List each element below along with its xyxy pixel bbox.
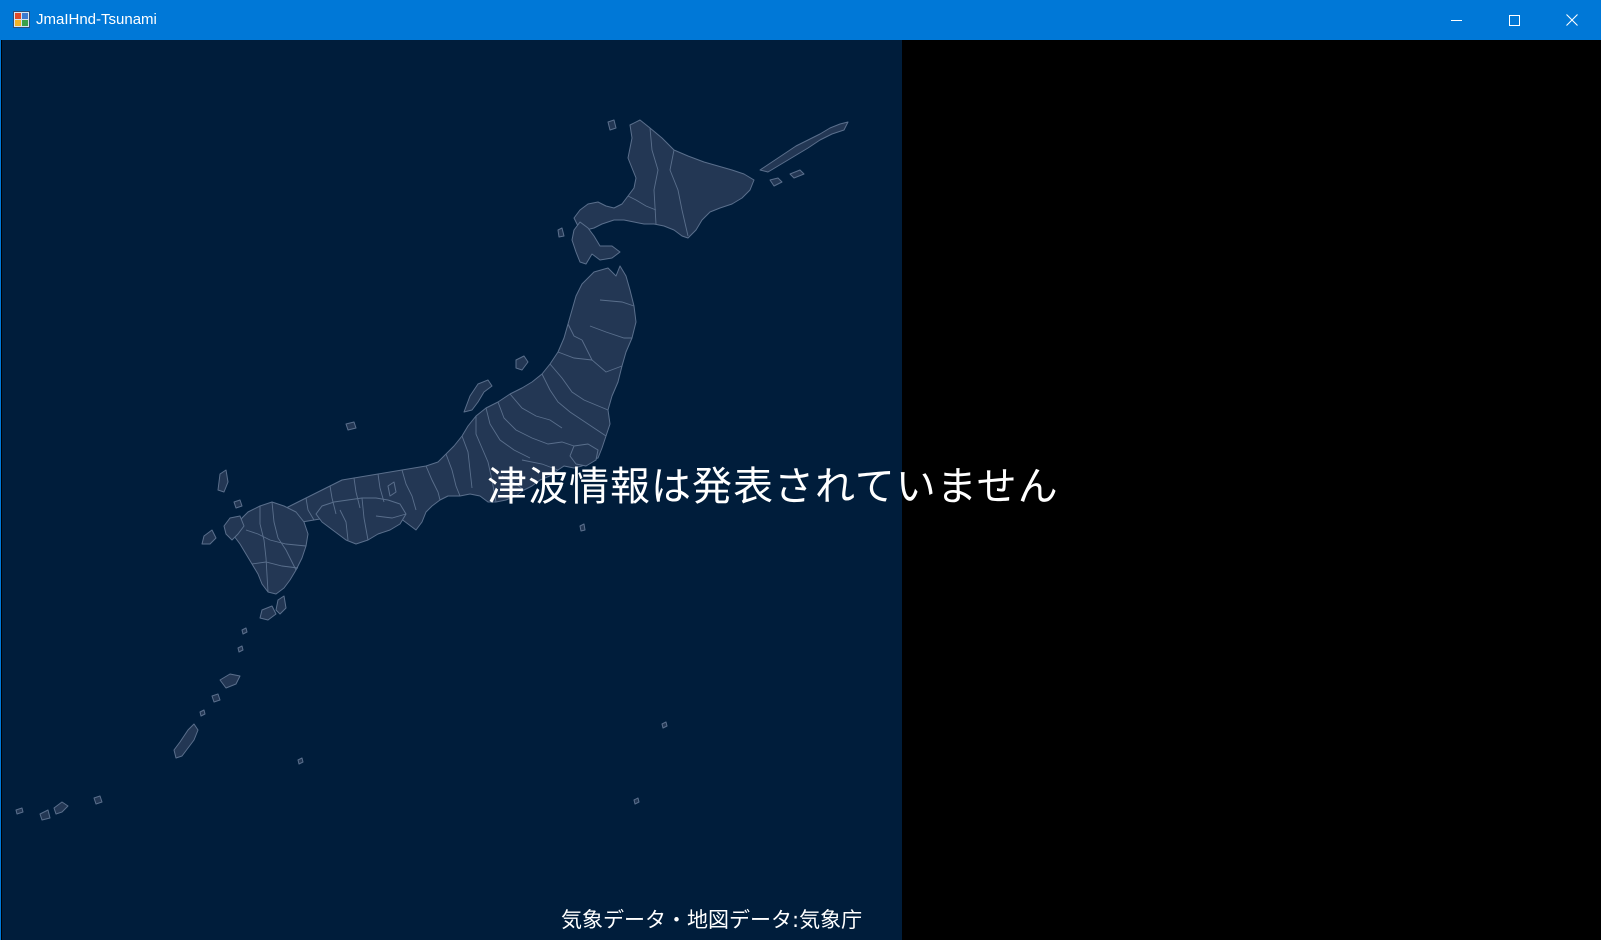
map-region-ogasawara	[633, 797, 640, 805]
map-region-shikoku	[315, 497, 407, 545]
map-region-goto-islands	[201, 529, 217, 545]
map-region-tanegashima	[275, 595, 287, 615]
map-region-tokunoshima	[211, 693, 221, 703]
map-region-kuril-small-2	[789, 169, 805, 179]
minimize-button[interactable]	[1427, 0, 1485, 40]
title-bar[interactable]: JmaIHnd-Tsunami	[1, 0, 1601, 40]
map-region-okinawa	[173, 723, 199, 759]
tsunami-status-message: 津波情報は発表されていません	[487, 464, 1059, 510]
minimize-icon	[1450, 19, 1462, 21]
map-region-yakushima	[259, 605, 277, 621]
map-region-tsushima	[217, 469, 229, 493]
map-region-amami	[219, 673, 241, 689]
map-region-kuril	[759, 121, 849, 173]
maximize-icon	[1508, 14, 1520, 26]
map-region-hachijo	[661, 721, 668, 729]
map-region-daito	[297, 757, 304, 765]
map-region-okushiri-island	[557, 227, 565, 238]
map-region-miyako	[93, 795, 103, 805]
data-credit: 気象データ・地図データ:気象庁	[561, 908, 863, 932]
map-region-hokkaido-southwest	[571, 221, 621, 265]
map-region-kyushu	[233, 501, 309, 595]
close-icon	[1566, 14, 1578, 26]
map-region-ryukyu-small-3	[199, 709, 206, 717]
app-window: JmaIHnd-Tsunami 津波情報は発表されていません 気象データ・地図デ…	[0, 0, 1601, 940]
window-title: JmaIHnd-Tsunami	[36, 11, 157, 28]
map-region-izu-islands	[579, 523, 586, 532]
map-region-kuril-small-1	[769, 177, 783, 187]
map-region-sado-island	[515, 355, 529, 371]
app-icon	[13, 11, 30, 28]
map-region-iki-island	[233, 499, 243, 509]
map-region-hokkaido	[573, 119, 755, 239]
map-region-ishigaki	[53, 801, 69, 815]
map-region-yonaguni	[15, 807, 24, 815]
close-button[interactable]	[1543, 0, 1601, 40]
map-region-iriomote	[39, 809, 51, 821]
maximize-button[interactable]	[1485, 0, 1543, 40]
map-region-ryukyu-small-2	[237, 645, 244, 653]
map-region-oki-islands	[345, 421, 357, 431]
map-region-ryukyu-small-1	[241, 627, 248, 635]
map-region-rebun-island	[607, 119, 617, 131]
